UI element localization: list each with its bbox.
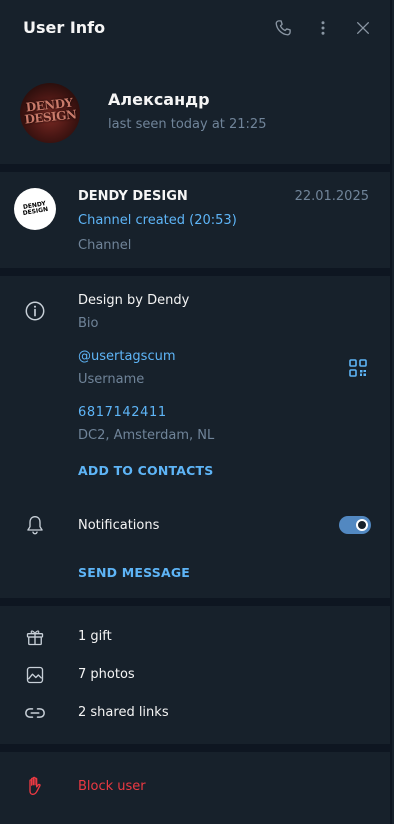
avatar[interactable]: DENDY DESIGN [20, 83, 80, 143]
info-section: Design by Dendy Bio @usertagscum Usernam… [0, 276, 392, 598]
shared-links-item[interactable]: 2 shared links [78, 705, 169, 720]
info-icon [23, 299, 47, 323]
profile-section: DENDY DESIGN Александр last seen today a… [0, 58, 392, 164]
close-icon[interactable] [352, 17, 374, 39]
qr-code-icon[interactable] [349, 359, 367, 377]
bell-icon [23, 513, 47, 537]
bio-label: Bio [78, 316, 99, 331]
send-message-button[interactable]: SEND MESSAGE [78, 565, 190, 580]
phone-label: DC2, Amsterdam, NL [78, 428, 215, 443]
gifts-item[interactable]: 1 gift [78, 629, 112, 644]
section-divider [0, 598, 392, 606]
notifications-toggle[interactable] [339, 516, 371, 534]
link-icon [23, 701, 47, 725]
user-info-panel: User Info DENDY DESIGN Александр last se… [0, 0, 392, 824]
phone-value[interactable]: 6817142411 [78, 405, 167, 420]
block-user-label: Block user [78, 779, 146, 794]
personal-channel[interactable]: DENDY DESIGN DENDY DESIGN 22.01.2025 Cha… [0, 172, 392, 268]
username-value[interactable]: @usertagscum [78, 349, 176, 364]
channel-name: DENDY DESIGN [78, 189, 188, 204]
profile-status: last seen today at 21:25 [108, 117, 267, 132]
profile-name: Александр [108, 90, 210, 109]
block-user-button[interactable]: Block user [0, 752, 392, 824]
more-vertical-icon[interactable] [312, 17, 334, 39]
bio-value: Design by Dendy [78, 293, 190, 308]
channel-date: 22.01.2025 [294, 189, 369, 204]
panel-title: User Info [23, 18, 106, 37]
username-label: Username [78, 372, 145, 387]
avatar-logo-text: DENDY DESIGN [23, 95, 78, 127]
toggle-knob [356, 519, 368, 531]
photo-icon [23, 663, 47, 687]
phone-icon[interactable] [272, 17, 294, 39]
add-to-contacts-button[interactable]: ADD TO CONTACTS [78, 463, 213, 478]
notifications-label: Notifications [78, 518, 160, 533]
channel-type: Channel [78, 238, 132, 253]
photos-item[interactable]: 7 photos [78, 667, 135, 682]
panel-header: User Info [0, 0, 392, 58]
section-divider [0, 268, 392, 276]
section-divider [0, 744, 392, 752]
gift-icon [23, 625, 47, 649]
section-divider [0, 164, 392, 172]
channel-avatar: DENDY DESIGN [14, 188, 56, 230]
shared-media-section: 1 gift 7 photos 2 shared links [0, 606, 392, 744]
channel-avatar-text: DENDY DESIGN [22, 200, 49, 218]
hand-stop-icon [23, 774, 47, 798]
channel-last-message: Channel created (20:53) [78, 213, 237, 228]
